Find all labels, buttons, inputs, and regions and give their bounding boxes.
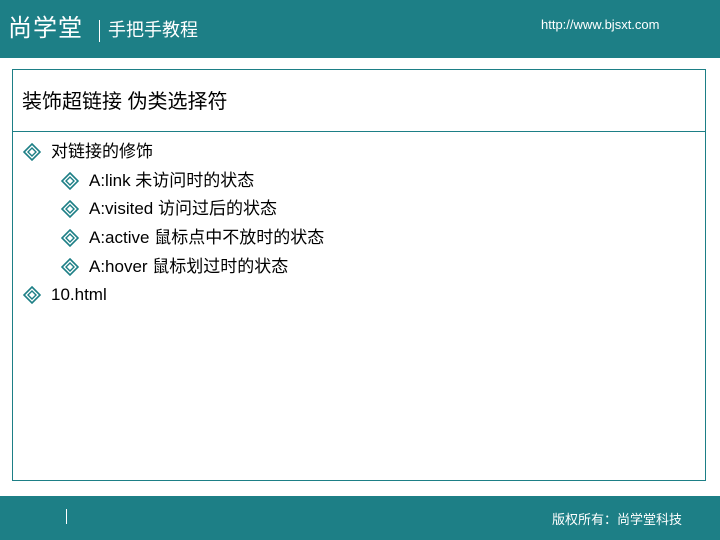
list-item: 对链接的修饰 (23, 140, 153, 164)
list-item: A:hover 鼠标划过时的状态 (61, 255, 288, 279)
list-item: A:visited 访问过后的状态 (61, 197, 277, 221)
title-row: 装饰超链接 伪类选择符 (13, 70, 705, 132)
diamond-bullet-icon (61, 229, 79, 247)
diamond-bullet-icon (23, 286, 41, 304)
header-bar: 尚学堂 手把手教程 http://www.bjsxt.com (0, 0, 720, 58)
bullet-text: A:link 未访问时的状态 (89, 171, 255, 190)
bullet-text: A:active 鼠标点中不放时的状态 (89, 228, 325, 247)
tagline: 手把手教程 (108, 20, 198, 40)
diamond-bullet-icon (61, 200, 79, 218)
site-url[interactable]: http://www.bjsxt.com (541, 16, 659, 34)
list-item: 10.html (23, 283, 107, 307)
bullet-text: A:visited 访问过后的状态 (89, 199, 277, 218)
list-item: A:link 未访问时的状态 (61, 169, 254, 193)
bullet-text: 10.html (51, 285, 107, 304)
brand-logo-text: 尚学堂 (8, 15, 83, 42)
diamond-bullet-icon (61, 172, 79, 190)
bullet-text: A:hover 鼠标划过时的状态 (89, 257, 289, 276)
slide-title: 装饰超链接 伪类选择符 (22, 91, 228, 113)
bullet-text: 对链接的修饰 (51, 142, 153, 161)
diamond-bullet-icon (61, 258, 79, 276)
footer-divider (66, 509, 67, 524)
footer-bar: 版权所有：尚学堂科技 (0, 496, 720, 540)
copyright-text: 版权所有：尚学堂科技 (552, 512, 683, 527)
diamond-bullet-icon (23, 143, 41, 161)
brand-divider (99, 20, 100, 42)
slide-content-box: 装饰超链接 伪类选择符 对链接的修饰 A:link 未访问时的状态 A:visi… (12, 69, 706, 481)
list-item: A:active 鼠标点中不放时的状态 (61, 226, 324, 250)
